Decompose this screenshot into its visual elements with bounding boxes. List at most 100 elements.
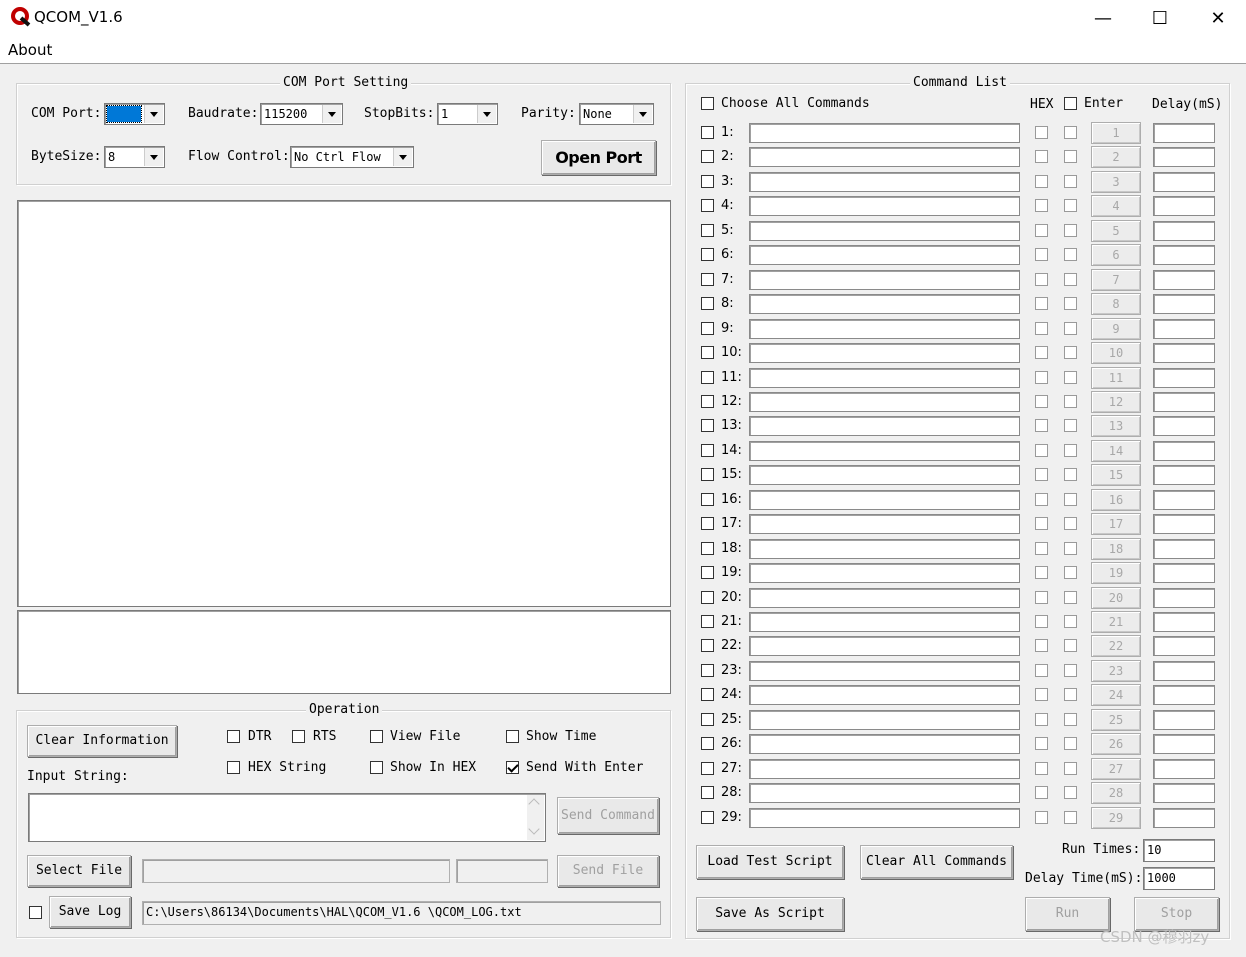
command-input[interactable] — [749, 808, 1020, 828]
delay-time-field[interactable]: 1000 — [1143, 867, 1215, 890]
command-hex-checkbox[interactable] — [1035, 346, 1048, 359]
command-input[interactable] — [749, 319, 1020, 339]
bytesize-select[interactable]: 8 — [104, 146, 165, 168]
command-enter-checkbox[interactable] — [1064, 713, 1077, 726]
save-as-script-button[interactable]: Save As Script — [696, 897, 844, 931]
choose-all-checkbox[interactable] — [701, 97, 714, 110]
command-select-checkbox[interactable] — [701, 175, 714, 188]
command-delay-input[interactable] — [1153, 123, 1215, 143]
command-enter-checkbox[interactable] — [1064, 248, 1077, 261]
command-delay-input[interactable] — [1153, 343, 1215, 363]
rts-checkbox[interactable] — [292, 730, 305, 743]
command-delay-input[interactable] — [1153, 685, 1215, 705]
command-hex-checkbox[interactable] — [1035, 175, 1048, 188]
command-enter-checkbox[interactable] — [1064, 493, 1077, 506]
command-select-checkbox[interactable] — [701, 199, 714, 212]
command-hex-checkbox[interactable] — [1035, 444, 1048, 457]
command-send-button[interactable]: 23 — [1091, 660, 1141, 682]
command-select-checkbox[interactable] — [701, 713, 714, 726]
open-port-button[interactable]: Open Port — [541, 140, 656, 175]
command-delay-input[interactable] — [1153, 245, 1215, 265]
command-delay-input[interactable] — [1153, 196, 1215, 216]
command-enter-checkbox[interactable] — [1064, 737, 1077, 750]
command-send-button[interactable]: 4 — [1091, 195, 1141, 217]
chevron-down-icon[interactable] — [322, 105, 341, 123]
chevron-down-icon[interactable] — [477, 105, 496, 123]
command-hex-checkbox[interactable] — [1035, 273, 1048, 286]
chevron-down-icon[interactable] — [393, 148, 412, 166]
command-select-checkbox[interactable] — [701, 542, 714, 555]
command-select-checkbox[interactable] — [701, 615, 714, 628]
command-hex-checkbox[interactable] — [1035, 224, 1048, 237]
command-select-checkbox[interactable] — [701, 419, 714, 432]
command-input[interactable] — [749, 441, 1020, 461]
command-send-button[interactable]: 22 — [1091, 635, 1141, 657]
command-hex-checkbox[interactable] — [1035, 199, 1048, 212]
command-select-checkbox[interactable] — [701, 517, 714, 530]
hex-string-checkbox[interactable] — [227, 761, 240, 774]
command-hex-checkbox[interactable] — [1035, 468, 1048, 481]
save-log-checkbox[interactable] — [29, 906, 42, 919]
chevron-down-icon[interactable] — [633, 105, 652, 123]
chevron-down-icon[interactable] — [528, 823, 540, 835]
command-hex-checkbox[interactable] — [1035, 150, 1048, 163]
command-select-checkbox[interactable] — [701, 395, 714, 408]
command-enter-checkbox[interactable] — [1064, 150, 1077, 163]
command-input[interactable] — [749, 368, 1020, 388]
command-select-checkbox[interactable] — [701, 297, 714, 310]
command-enter-checkbox[interactable] — [1064, 346, 1077, 359]
flow-control-select[interactable]: No Ctrl Flow — [290, 146, 414, 168]
command-enter-checkbox[interactable] — [1064, 542, 1077, 555]
command-delay-input[interactable] — [1153, 783, 1215, 803]
command-hex-checkbox[interactable] — [1035, 395, 1048, 408]
command-hex-checkbox[interactable] — [1035, 591, 1048, 604]
command-delay-input[interactable] — [1153, 147, 1215, 167]
command-select-checkbox[interactable] — [701, 566, 714, 579]
command-delay-input[interactable] — [1153, 441, 1215, 461]
command-delay-input[interactable] — [1153, 172, 1215, 192]
command-hex-checkbox[interactable] — [1035, 517, 1048, 530]
stopbits-select[interactable]: 1 — [437, 103, 498, 125]
command-enter-checkbox[interactable] — [1064, 591, 1077, 604]
command-send-button[interactable]: 25 — [1091, 709, 1141, 731]
command-delay-input[interactable] — [1153, 759, 1215, 779]
command-send-button[interactable]: 21 — [1091, 611, 1141, 633]
command-input[interactable] — [749, 294, 1020, 314]
command-delay-input[interactable] — [1153, 539, 1215, 559]
command-delay-input[interactable] — [1153, 588, 1215, 608]
command-input[interactable] — [749, 416, 1020, 436]
command-hex-checkbox[interactable] — [1035, 713, 1048, 726]
command-hex-checkbox[interactable] — [1035, 542, 1048, 555]
command-hex-checkbox[interactable] — [1035, 371, 1048, 384]
command-delay-input[interactable] — [1153, 612, 1215, 632]
send-with-enter-checkbox[interactable] — [506, 761, 519, 774]
chevron-down-icon[interactable] — [144, 148, 163, 166]
com-port-select[interactable] — [104, 103, 165, 125]
command-enter-checkbox[interactable] — [1064, 322, 1077, 335]
maximize-icon[interactable]: ☐ — [1137, 4, 1183, 34]
command-enter-checkbox[interactable] — [1064, 395, 1077, 408]
command-input[interactable] — [749, 759, 1020, 779]
command-enter-checkbox[interactable] — [1064, 468, 1077, 481]
command-send-button[interactable]: 15 — [1091, 464, 1141, 486]
command-hex-checkbox[interactable] — [1035, 493, 1048, 506]
command-send-button[interactable]: 17 — [1091, 513, 1141, 535]
command-send-button[interactable]: 8 — [1091, 293, 1141, 315]
view-file-checkbox[interactable] — [370, 730, 383, 743]
command-delay-input[interactable] — [1153, 734, 1215, 754]
command-input[interactable] — [749, 661, 1020, 681]
command-send-button[interactable]: 29 — [1091, 807, 1141, 829]
command-delay-input[interactable] — [1153, 416, 1215, 436]
command-input[interactable] — [749, 245, 1020, 265]
command-enter-checkbox[interactable] — [1064, 688, 1077, 701]
command-send-button[interactable]: 27 — [1091, 758, 1141, 780]
command-delay-input[interactable] — [1153, 710, 1215, 730]
command-enter-checkbox[interactable] — [1064, 199, 1077, 212]
command-send-button[interactable]: 6 — [1091, 244, 1141, 266]
chevron-up-icon[interactable] — [528, 798, 540, 810]
command-select-checkbox[interactable] — [701, 150, 714, 163]
command-hex-checkbox[interactable] — [1035, 126, 1048, 139]
baudrate-select[interactable]: 115200 — [260, 103, 343, 125]
command-send-button[interactable]: 2 — [1091, 146, 1141, 168]
send-command-button[interactable]: Send Command — [557, 797, 659, 834]
